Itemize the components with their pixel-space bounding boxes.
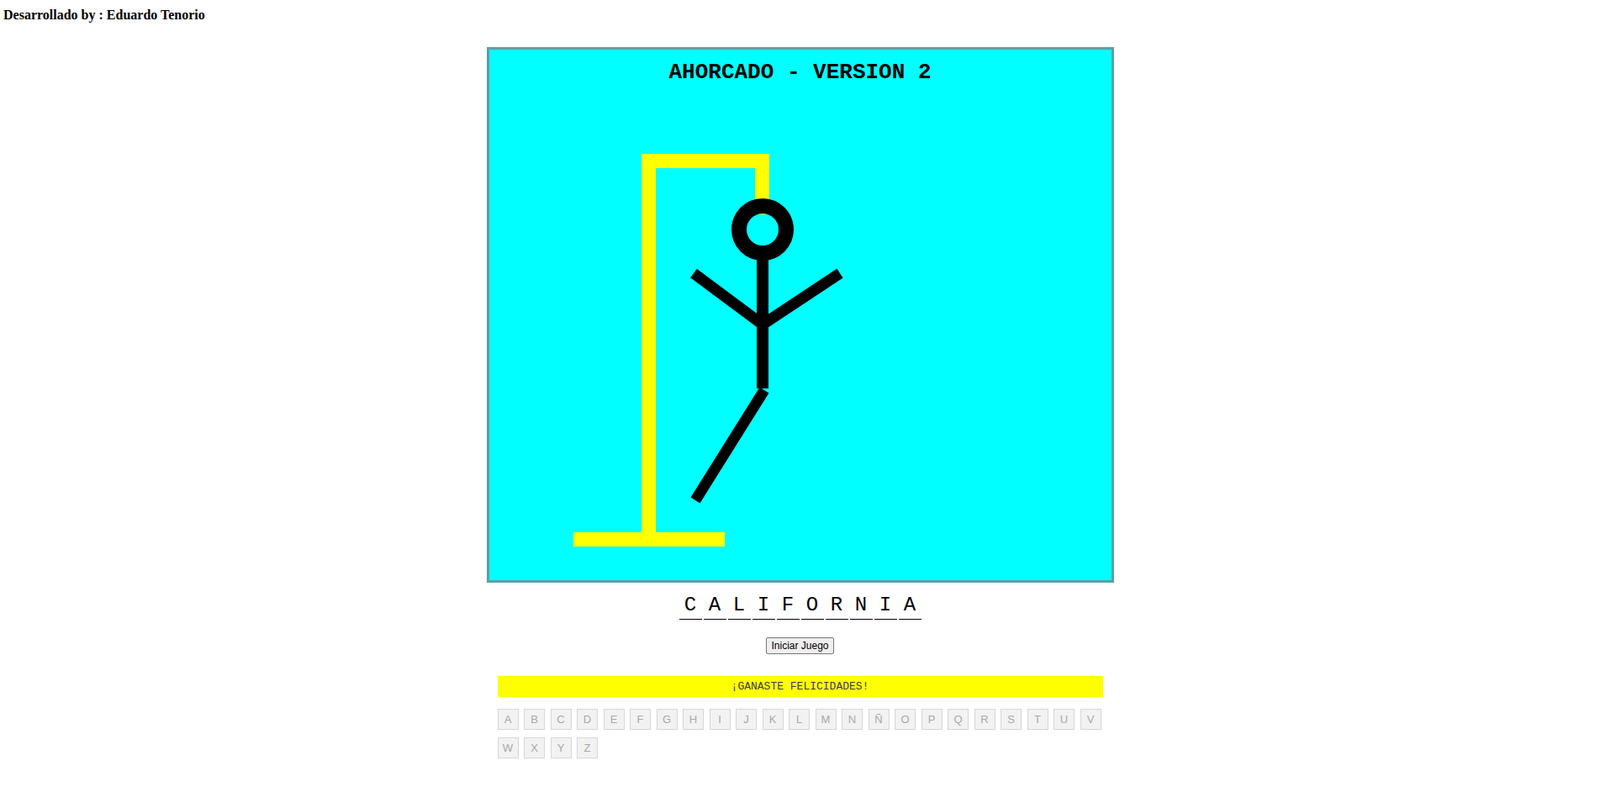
letter-key[interactable]: Z	[576, 737, 598, 759]
letter-key[interactable]: O	[894, 708, 916, 730]
letter-slot: N	[850, 593, 873, 620]
letter: O	[806, 593, 819, 617]
letter: I	[879, 593, 892, 617]
letter-key[interactable]: K	[762, 708, 784, 730]
letter-keyboard: ABCDEFGHIJKLMNÑOPQRSTUV WXYZ	[497, 708, 1104, 759]
start-button[interactable]: Iniciar Juego	[765, 637, 834, 655]
hangman-head	[739, 205, 787, 254]
word-display: CALIFORNIA	[679, 593, 922, 620]
letter-key[interactable]: V	[1080, 708, 1102, 730]
letter-key[interactable]: Q	[947, 708, 969, 730]
letter: C	[684, 593, 697, 617]
letter-key[interactable]: E	[603, 708, 625, 730]
letter: A	[708, 593, 721, 617]
letter-key[interactable]: A	[497, 708, 519, 730]
letter: N	[855, 593, 867, 617]
letter-slot: A	[703, 593, 727, 620]
letter-key[interactable]: C	[550, 708, 572, 730]
letter-key[interactable]: I	[709, 708, 731, 730]
letter-key[interactable]: U	[1053, 708, 1075, 730]
letter-key[interactable]: T	[1027, 708, 1049, 730]
letter-slot: O	[801, 593, 824, 620]
credit-text: Desarrollado by : Eduardo Tenorio	[0, 0, 1600, 23]
letter-key[interactable]: F	[629, 708, 651, 730]
game-area: AHORCADO - VERSION 2CALIFORNIAIniciar Ju…	[0, 22, 1600, 759]
letter-slot: I	[752, 593, 776, 620]
gallows-beam	[641, 153, 770, 169]
hangman-canvas: AHORCADO - VERSION 2	[486, 47, 1115, 583]
letter-key[interactable]: X	[523, 737, 545, 759]
letter: A	[903, 593, 916, 617]
hangman-right-arm	[762, 273, 840, 325]
letter: F	[781, 593, 794, 617]
letter-key[interactable]: B	[523, 708, 545, 730]
letter-key[interactable]: R	[974, 708, 996, 730]
result-message: ¡GANASTE FELICIDADES!	[497, 675, 1104, 698]
letter-key[interactable]: J	[735, 708, 757, 730]
hangman-drawing	[489, 49, 1112, 581]
hangman-left-arm	[693, 273, 763, 325]
letter-key[interactable]: D	[576, 708, 598, 730]
letter-slot: R	[825, 593, 849, 620]
letter-key[interactable]: S	[1000, 708, 1022, 730]
letter-key[interactable]: Ñ	[868, 708, 890, 730]
letter: L	[733, 593, 745, 617]
hangman-left-leg	[695, 390, 765, 501]
letter-key[interactable]: H	[682, 708, 704, 730]
letter: I	[757, 593, 770, 617]
letter-key[interactable]: Y	[550, 737, 572, 759]
letter-slot: A	[898, 593, 922, 620]
letter-key[interactable]: N	[841, 708, 863, 730]
letter-key[interactable]: G	[656, 708, 678, 730]
gallows-pole	[641, 153, 656, 535]
letter-slot: F	[776, 593, 800, 620]
game-title: AHORCADO - VERSION 2	[489, 49, 1112, 85]
letter-slot: L	[728, 593, 751, 620]
letter-key[interactable]: P	[921, 708, 943, 730]
letter-key[interactable]: L	[788, 708, 810, 730]
letter-key[interactable]: W	[497, 737, 519, 759]
letter-slot: C	[679, 593, 703, 620]
letter: R	[830, 593, 843, 617]
letter-slot: I	[874, 593, 898, 620]
letter-key[interactable]: M	[815, 708, 837, 730]
